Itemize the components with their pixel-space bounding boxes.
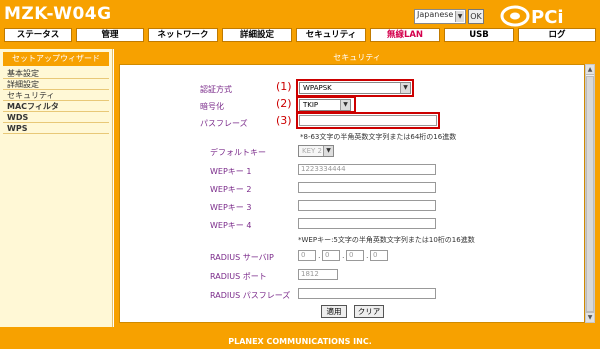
radius-ip-octet-4[interactable]: 0 [370,250,388,261]
scrollbar[interactable]: ▲ ▼ [585,64,595,323]
chevron-down-icon: ▼ [323,146,333,156]
default-key-label: デフォルトキー [210,148,266,157]
wep-key-1-input[interactable]: 1223334444 [298,164,436,175]
tab-status[interactable]: ステータス [4,28,72,42]
main-area: セキュリティ 認証方式 (1) WPAPSK ▼ 暗号化 (2) TKIP ▼ … [114,49,600,327]
sidebar-item-setup-wizard[interactable]: セットアップウィザード [3,52,109,66]
wep-key-2-label: WEPキー 2 [210,185,252,194]
tab-admin[interactable]: 管理 [76,28,144,42]
default-key-value: KEY 2 [302,147,322,155]
sidebar-item-mac-filter[interactable]: MACフィルタ [3,101,109,112]
security-form: 認証方式 (1) WPAPSK ▼ 暗号化 (2) TKIP ▼ パスフレーズ … [119,64,585,323]
tab-advanced[interactable]: 詳細設定 [222,28,292,42]
tab-log[interactable]: ログ [518,28,596,42]
tab-security[interactable]: セキュリティ [296,28,366,42]
ip-dot: . [318,251,321,260]
encryption-label: 暗号化 [200,102,224,111]
sidebar-item-basic[interactable]: 基本設定 [3,68,109,79]
auth-label: 認証方式 [200,85,232,94]
clear-button[interactable]: クリア [354,305,384,318]
passphrase-input[interactable] [299,115,437,126]
wep-key-3-input[interactable] [298,200,436,211]
main-nav: ステータス 管理 ネットワーク 詳細設定 セキュリティ 無線LAN USB ログ [4,28,596,42]
radius-passphrase-input[interactable] [298,288,436,299]
radius-ip-octet-2[interactable]: 0 [322,250,340,261]
logo-text: PCi [531,7,564,28]
footer: PLANEX COMMUNICATIONS INC. [0,327,600,349]
model-name: MZK-W04G [4,4,112,24]
auth-method-select[interactable]: WPAPSK ▼ [299,82,411,94]
auth-method-value: WPAPSK [303,84,332,92]
language-value: Japanese [417,10,454,19]
wep-note: *WEPキー:5文字の半角英数文字列または10桁の16進数 [298,236,475,244]
marker-3: (3) [276,114,292,127]
passphrase-label: パスフレーズ [200,119,248,128]
wep-key-1-label: WEPキー 1 [210,167,252,176]
encryption-value: TKIP [303,101,319,109]
wep-key-4-input[interactable] [298,218,436,229]
tab-network[interactable]: ネットワーク [148,28,218,42]
default-key-select[interactable]: KEY 2 ▼ [298,145,334,157]
chevron-down-icon: ▼ [455,11,464,22]
radius-ip-label: RADIUS サーバIP [210,253,274,262]
scroll-down-icon[interactable]: ▼ [586,312,594,322]
passphrase-note: *8-63文字の半角英数文字列または64桁の16進数 [300,133,457,141]
ok-button[interactable]: OK [468,9,484,24]
top-header: MZK-W04G Japanese ▼ OK PCi ステータス 管理 ネットワ… [0,0,600,49]
radius-passphrase-label: RADIUS パスフレーズ [210,291,291,300]
sidebar-item-wps[interactable]: WPS [3,123,109,134]
radius-port-input[interactable]: 1812 [298,269,338,280]
marker-2: (2) [276,97,292,110]
ip-dot: . [366,251,369,260]
radius-port-label: RADIUS ポート [210,272,267,281]
panel-title: セキュリティ [333,53,381,62]
wep-key-3-label: WEPキー 3 [210,203,252,212]
wep-key-4-label: WEPキー 4 [210,221,252,230]
language-select[interactable]: Japanese ▼ [414,9,466,24]
chevron-down-icon: ▼ [340,100,350,110]
planex-logo: PCi [500,5,564,28]
wep-key-2-input[interactable] [298,182,436,193]
scroll-thumb[interactable] [586,76,594,312]
apply-button[interactable]: 適用 [321,305,347,318]
sidebar-item-wds[interactable]: WDS [3,112,109,123]
tab-wireless-lan[interactable]: 無線LAN [370,28,440,42]
radius-ip-octet-1[interactable]: 0 [298,250,316,261]
encryption-select[interactable]: TKIP ▼ [299,99,351,111]
sidebar-item-security[interactable]: セキュリティ [3,90,109,101]
tab-usb[interactable]: USB [444,28,514,42]
scroll-up-icon[interactable]: ▲ [586,65,594,75]
sidebar-item-advanced[interactable]: 詳細設定 [3,79,109,90]
ip-dot: . [342,251,345,260]
chevron-down-icon: ▼ [400,83,410,93]
sidebar: セットアップウィザード 基本設定 詳細設定 セキュリティ MACフィルタ WDS… [0,49,113,327]
marker-1: (1) [276,80,292,93]
radius-ip-octet-3[interactable]: 0 [346,250,364,261]
